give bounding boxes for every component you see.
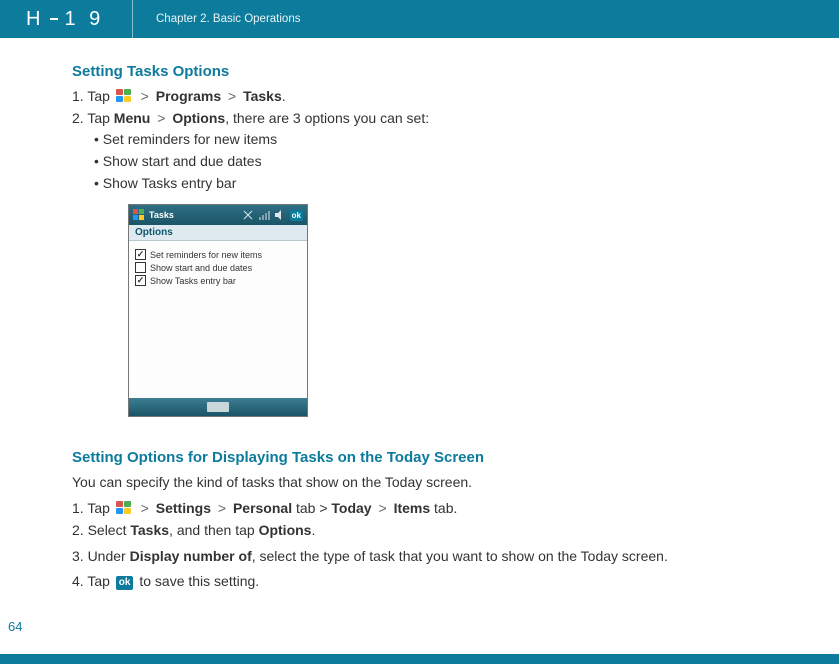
s2s2-tasks: Tasks xyxy=(130,522,169,538)
bullet-show-entry-bar: Show Tasks entry bar xyxy=(94,173,819,195)
keyboard-icon[interactable] xyxy=(207,402,229,412)
windows-start-icon[interactable] xyxy=(133,209,145,221)
s2s4-pre: 4. Tap xyxy=(72,573,114,589)
option-row-reminders: ✓ Set reminders for new items xyxy=(135,249,301,260)
section-title-tasks-options: Setting Tasks Options xyxy=(72,63,819,80)
s2s1-today: Today xyxy=(331,500,371,516)
s2s2-options: Options xyxy=(259,522,312,538)
logo-text: H xyxy=(26,8,44,31)
s2s1-pre: 1. Tap xyxy=(72,500,114,516)
gt-icon: > xyxy=(154,110,168,126)
chapter-title: Chapter 2. Basic Operations xyxy=(132,13,300,25)
gt-icon: > xyxy=(138,500,152,516)
ok-button[interactable]: ok xyxy=(290,210,303,221)
s2s3-bold: Display number of xyxy=(130,548,252,564)
header-divider xyxy=(132,0,133,38)
options-bullet-list: Set reminders for new items Show start a… xyxy=(94,129,819,194)
section2-steps: 1. Tap > Settings > Personal tab > Today… xyxy=(72,498,819,593)
checkbox-label: Show Tasks entry bar xyxy=(150,276,236,286)
gt-icon: > xyxy=(215,500,229,516)
checkbox-label: Set reminders for new items xyxy=(150,250,262,260)
option-row-entry-bar: ✓ Show Tasks entry bar xyxy=(135,275,301,286)
header-bar: H 1 9 Chapter 2. Basic Operations xyxy=(0,0,839,38)
step2-menu: Menu xyxy=(114,110,151,126)
s2-step-1: 1. Tap > Settings > Personal tab > Today… xyxy=(72,498,819,520)
checkbox-label: Show start and due dates xyxy=(150,263,252,273)
s2s2-end: . xyxy=(311,522,315,538)
page-number: 64 xyxy=(8,619,819,634)
s2s1-settings: Settings xyxy=(156,500,211,516)
section1-steps: 1. Tap > Programs > Tasks. 2. Tap Menu >… xyxy=(72,86,819,194)
step2-pre: 2. Tap xyxy=(72,110,114,126)
screenshot-body: ✓ Set reminders for new items Show start… xyxy=(129,241,307,398)
s2s1-items: Items xyxy=(394,500,431,516)
step2-post: , there are 3 options you can set: xyxy=(225,110,429,126)
step1-end: . xyxy=(282,88,286,104)
step1-pre: 1. Tap xyxy=(72,88,114,104)
device-screenshot: Tasks ok Options ✓ Set reminders for new… xyxy=(128,204,308,417)
step1-tasks: Tasks xyxy=(243,88,282,104)
checkbox-entry-bar[interactable]: ✓ xyxy=(135,275,146,286)
s2s1-personal: Personal xyxy=(233,500,292,516)
bullet-set-reminders: Set reminders for new items xyxy=(94,129,819,151)
screenshot-title-bar: Tasks ok xyxy=(129,205,307,225)
gt-icon: > xyxy=(376,500,390,516)
step-2: 2. Tap Menu > Options, there are 3 optio… xyxy=(72,108,819,130)
volume-icon[interactable] xyxy=(274,209,286,221)
s2s3-post: , select the type of task that you want … xyxy=(252,548,668,564)
section-title-today-screen: Setting Options for Displaying Tasks on … xyxy=(72,449,819,466)
footer-bar xyxy=(0,654,839,664)
s2-step-3: 3. Under Display number of, select the t… xyxy=(72,546,819,568)
checkbox-dates[interactable] xyxy=(135,262,146,273)
s2s1-tabword1: tab > xyxy=(292,500,331,516)
screenshot-app-title: Tasks xyxy=(149,210,174,220)
checkbox-reminders[interactable]: ✓ xyxy=(135,249,146,260)
connectivity-icon[interactable] xyxy=(242,209,254,221)
logo-text-2: 1 9 xyxy=(64,8,104,31)
s2s1-tabword2: tab. xyxy=(430,500,457,516)
windows-start-icon xyxy=(116,89,132,103)
step2-options: Options xyxy=(172,110,225,126)
step1-programs: Programs xyxy=(156,88,221,104)
screenshot-footer xyxy=(129,398,307,416)
s2s2-pre: 2. Select xyxy=(72,522,130,538)
option-row-dates: Show start and due dates xyxy=(135,262,301,273)
gt-icon: > xyxy=(138,88,152,104)
bullet-show-dates: Show start and due dates xyxy=(94,151,819,173)
s2s4-post: to save this setting. xyxy=(135,573,259,589)
logo-dash-icon xyxy=(50,18,58,20)
windows-start-icon xyxy=(116,501,132,515)
page-content: Setting Tasks Options 1. Tap > Programs … xyxy=(0,38,839,646)
signal-icon[interactable] xyxy=(258,209,270,221)
logo: H 1 9 xyxy=(0,8,132,31)
s2s2-mid: , and then tap xyxy=(169,522,259,538)
s2-step-4: 4. Tap ok to save this setting. xyxy=(72,571,819,593)
step-1: 1. Tap > Programs > Tasks. xyxy=(72,86,819,108)
s2-step-2: 2. Select Tasks, and then tap Options. xyxy=(72,520,819,542)
ok-icon: ok xyxy=(116,576,134,590)
section2-intro: You can specify the kind of tasks that s… xyxy=(72,472,819,494)
s2s3-pre: 3. Under xyxy=(72,548,130,564)
screenshot-subtitle: Options xyxy=(129,225,307,241)
gt-icon: > xyxy=(225,88,239,104)
